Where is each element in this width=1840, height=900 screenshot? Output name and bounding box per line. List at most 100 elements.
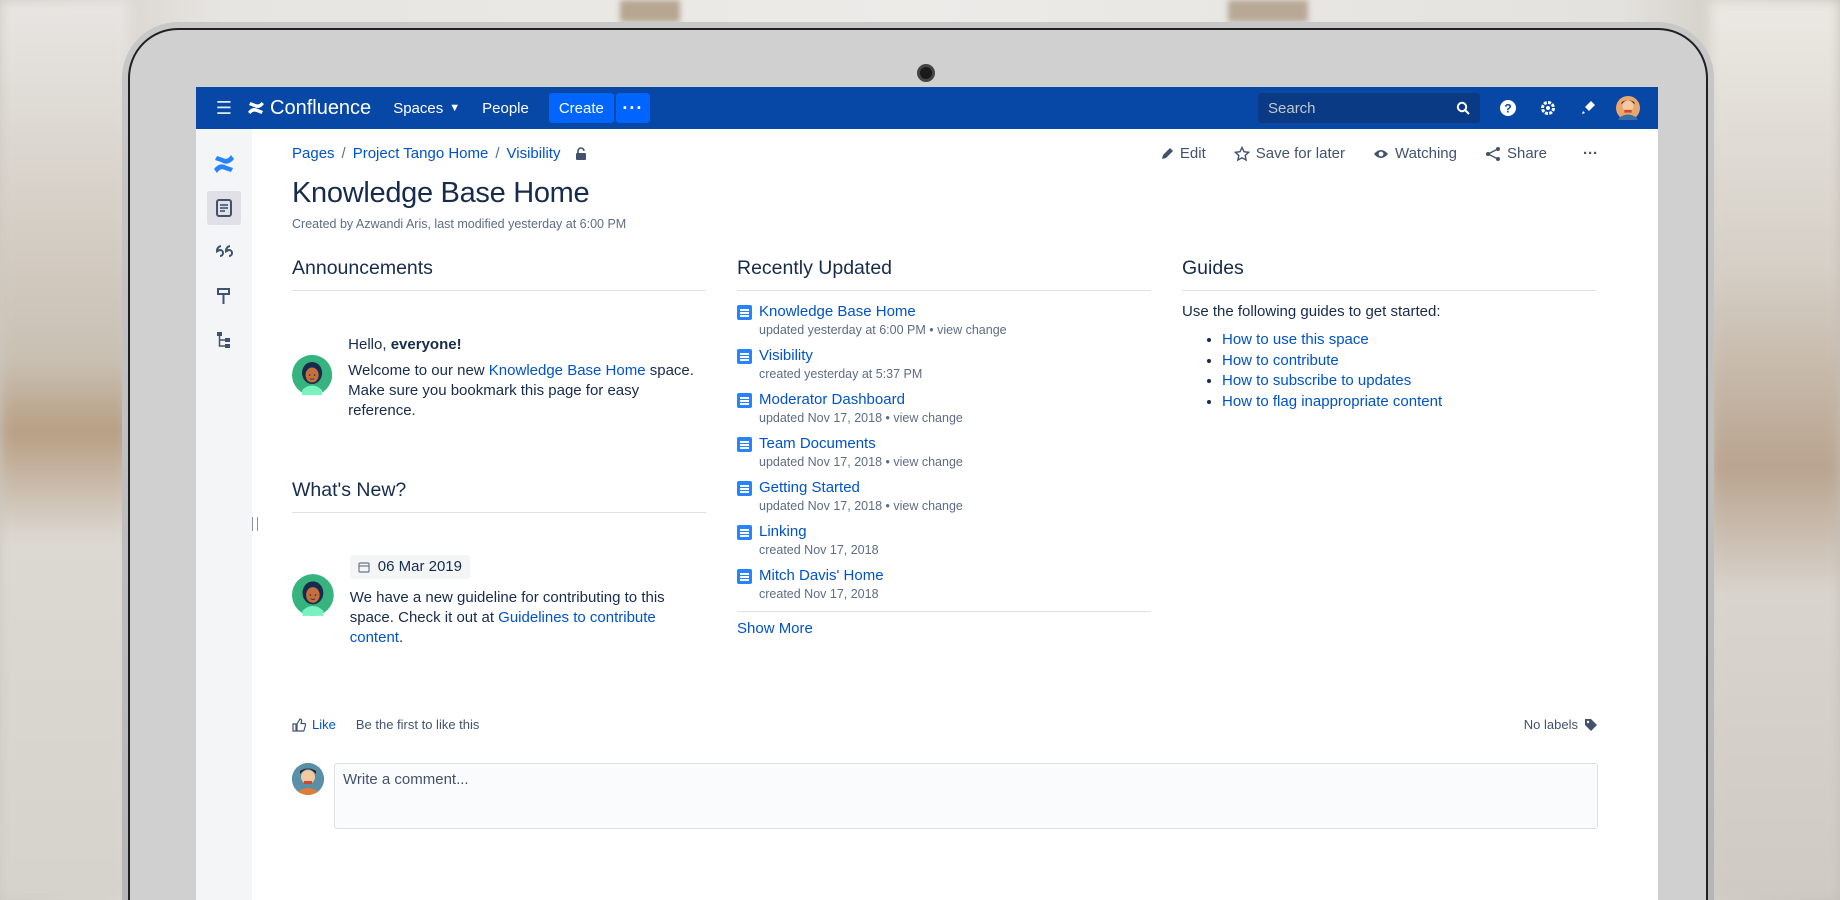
more-actions-button[interactable]: ··· — [1583, 145, 1598, 162]
guide-link[interactable]: How to flag inappropriate content — [1222, 393, 1442, 410]
background-left — [0, 0, 130, 900]
guides-column: Guides Use the following guides to get s… — [1182, 257, 1596, 412]
welcome-pre: Welcome to our new — [348, 362, 489, 379]
create-button[interactable]: Create — [548, 93, 614, 123]
recent-item-link[interactable]: Visibility — [759, 347, 922, 365]
view-change-link[interactable]: view change — [893, 455, 963, 469]
whats-new-heading: What's New? — [292, 479, 706, 513]
comment-input[interactable]: Write a comment... — [334, 763, 1598, 829]
guide-link[interactable]: How to subscribe to updates — [1222, 372, 1411, 389]
confluence-logo[interactable]: Confluence — [246, 97, 371, 120]
recently-updated-column: Recently Updated Knowledge Base Home upda… — [737, 257, 1151, 637]
spaces-menu[interactable]: Spaces ▼ — [393, 100, 460, 117]
breadcrumb-project-tango-home[interactable]: Project Tango Home — [353, 145, 489, 162]
date-lozenge: 06 Mar 2019 — [349, 555, 470, 579]
like-label: Like — [312, 717, 336, 732]
recent-item: Team Documents updated Nov 17, 2018 • vie… — [737, 435, 1151, 471]
recent-item-link[interactable]: Getting Started — [759, 479, 963, 497]
recently-updated-list: Knowledge Base Home updated yesterday at … — [737, 303, 1151, 603]
breadcrumb-separator: / — [495, 145, 500, 162]
show-more-link[interactable]: Show More — [737, 620, 813, 637]
star-icon — [1233, 145, 1250, 161]
recent-item-link[interactable]: Linking — [759, 523, 879, 541]
create-more-button[interactable]: ··· — [615, 93, 650, 123]
recent-item-link[interactable]: Moderator Dashboard — [759, 391, 963, 409]
recent-item-status: created yesterday at 5:37 PM — [759, 367, 923, 381]
recent-item-meta: updated Nov 17, 2018 • view change — [759, 409, 963, 427]
recent-item-link[interactable]: Mitch Davis' Home — [759, 567, 884, 585]
breadcrumb: Pages / Project Tango Home / Visibility — [292, 145, 588, 162]
svg-text:?: ? — [1504, 102, 1511, 116]
like-bar: Like Be the first to like this No labels — [292, 717, 1598, 732]
no-labels-text: No labels — [1523, 717, 1578, 732]
recently-updated-heading: Recently Updated — [737, 257, 1151, 291]
meta-separator: • — [882, 411, 894, 425]
hello-text: Hello, — [348, 336, 391, 353]
recent-item: Moderator Dashboard updated Nov 17, 2018 … — [737, 391, 1151, 427]
settings-icon[interactable] — [1536, 96, 1560, 120]
space-logo-icon[interactable] — [207, 147, 241, 181]
space-sidebar — [196, 129, 252, 900]
recent-item: Visibility created yesterday at 5:37 PM — [737, 347, 1151, 383]
edit-button[interactable]: Edit — [1160, 145, 1206, 162]
view-change-link[interactable]: view change — [893, 499, 963, 513]
announcements-heading: Announcements — [292, 257, 706, 291]
recent-item-status: updated Nov 17, 2018 — [759, 411, 883, 425]
page-icon — [737, 525, 752, 540]
recent-item-status: updated Nov 17, 2018 — [759, 455, 883, 469]
save-for-later-button[interactable]: Save for later — [1233, 145, 1345, 162]
people-link[interactable]: People — [482, 100, 529, 117]
search-placeholder: Search — [1268, 99, 1316, 117]
save-label: Save for later — [1255, 145, 1345, 162]
share-button[interactable]: Share — [1485, 145, 1547, 162]
background-top-right — [1228, 0, 1308, 22]
announcements-column: Announcements Hello, everyone! Welcome t… — [292, 257, 706, 648]
recent-item: Getting Started updated Nov 17, 2018 • vi… — [737, 479, 1151, 515]
unlock-icon[interactable] — [574, 146, 588, 161]
thumbs-up-icon — [292, 717, 306, 732]
tag-icon — [1585, 718, 1597, 731]
recent-item-meta: updated yesterday at 6:00 PM • view chan… — [759, 321, 1007, 339]
watching-label: Watching — [1394, 145, 1457, 162]
view-change-link[interactable]: view change — [893, 411, 963, 425]
guide-list-item: How to use this space — [1222, 330, 1596, 351]
view-change-link[interactable]: view change — [937, 323, 1007, 337]
guide-link[interactable]: How to use this space — [1222, 331, 1369, 348]
recent-item: Mitch Davis' Home created Nov 17, 2018 — [737, 567, 1151, 603]
breadcrumb-pages[interactable]: Pages — [292, 145, 335, 162]
whats-new-body: We have a new guideline for contributing… — [350, 588, 706, 648]
guides-heading: Guides — [1182, 257, 1596, 291]
search-icon — [1456, 101, 1470, 115]
meta-separator: • — [925, 323, 938, 337]
user-avatar[interactable] — [1616, 96, 1640, 120]
pages-icon[interactable] — [207, 191, 241, 225]
menu-icon[interactable]: ☰ — [210, 98, 238, 119]
watching-button[interactable]: Watching — [1373, 145, 1457, 162]
confluence-logo-icon — [248, 102, 264, 114]
blog-quote-icon[interactable] — [207, 235, 241, 269]
date-text: 06 Mar 2019 — [377, 558, 462, 575]
meta-separator: • — [882, 499, 894, 513]
notifications-icon[interactable] — [1576, 96, 1600, 120]
search-input[interactable]: Search — [1258, 93, 1480, 123]
guides-list: How to use this space How to contribute … — [1222, 330, 1596, 412]
recent-item-link[interactable]: Team Documents — [759, 435, 963, 453]
background-right — [1710, 0, 1840, 900]
recent-item-status: created Nov 17, 2018 — [759, 543, 879, 557]
knowledge-base-home-link[interactable]: Knowledge Base Home — [489, 362, 646, 379]
recent-item-meta: created Nov 17, 2018 — [759, 541, 879, 559]
share-icon — [1485, 146, 1500, 161]
shortcuts-signpost-icon[interactable] — [207, 279, 241, 313]
everyone-text: everyone! — [390, 336, 462, 353]
recent-item-link[interactable]: Knowledge Base Home — [759, 303, 1007, 321]
page-icon — [737, 393, 752, 408]
labels-area[interactable]: No labels — [1524, 717, 1598, 732]
confluence-screen: ☰ Confluence Spaces ▼ People Create ··· S… — [196, 87, 1658, 900]
page-tree-icon[interactable] — [207, 323, 241, 357]
breadcrumb-visibility[interactable]: Visibility — [507, 145, 561, 162]
like-button[interactable]: Like — [292, 717, 336, 732]
announcement-greeting: Hello, everyone! — [348, 335, 706, 355]
help-icon[interactable]: ? — [1496, 96, 1520, 120]
guide-link[interactable]: How to contribute — [1222, 352, 1339, 369]
sidebar-resize-handle[interactable] — [252, 517, 258, 531]
